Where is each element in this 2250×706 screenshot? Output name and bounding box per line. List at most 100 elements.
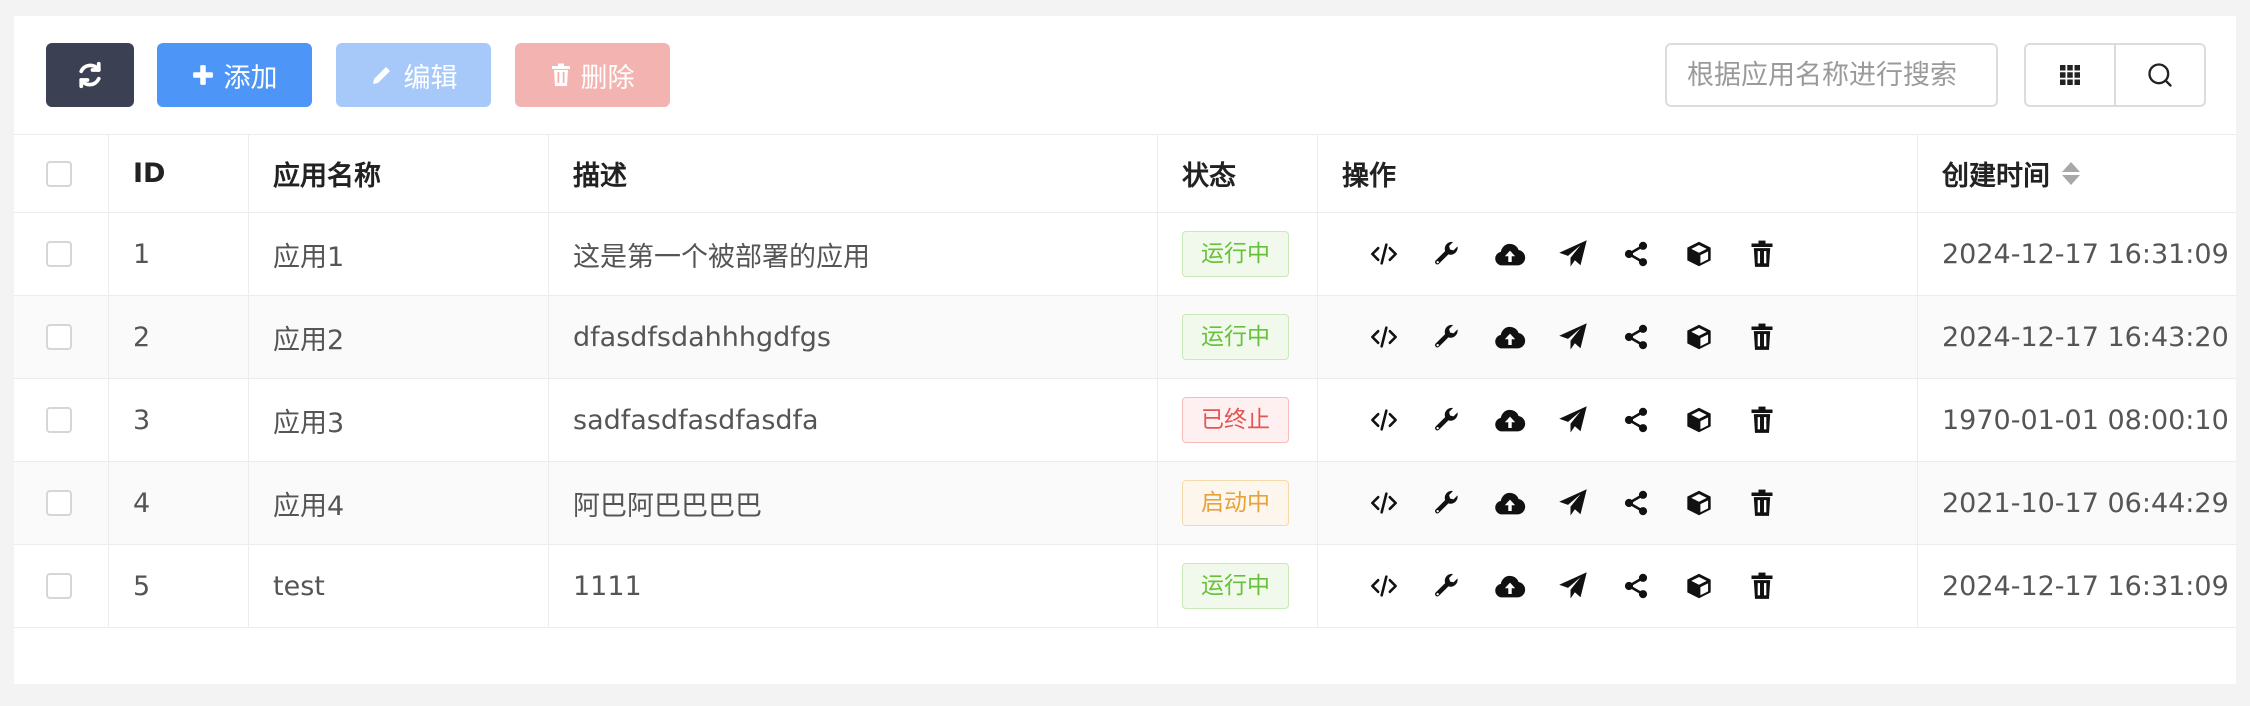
paper-plane-icon [1558,406,1587,433]
header-description: 描述 [548,135,1157,212]
header-id: ID [108,135,248,212]
row-actions [1317,545,1917,627]
cloud-upload-action-button[interactable] [1478,234,1541,274]
row-id: 3 [108,379,248,461]
row-status-cell: 运行中 [1157,213,1317,295]
grid-icon [2060,65,2080,85]
row-name: 应用2 [248,296,548,378]
search-input[interactable] [1665,43,1998,107]
row-id: 5 [108,545,248,627]
row-checkbox-cell [14,545,108,627]
row-description: dfasdfsdahhhgdfgs [548,296,1157,378]
wrench-icon [1434,407,1458,431]
cube-action-button[interactable] [1667,317,1730,357]
row-created-at: 2024-12-17 16:31:09 [1917,213,2236,295]
cube-action-button[interactable] [1667,483,1730,523]
trash-action-button[interactable] [1730,483,1793,523]
trash-icon [1751,406,1772,433]
row-checkbox[interactable] [46,573,72,599]
select-all-checkbox[interactable] [46,160,72,187]
cloud-upload-action-button[interactable] [1478,483,1541,523]
row-actions [1317,213,1917,295]
add-button-label: 添加 [223,62,278,94]
header-actions: 操作 [1317,135,1917,212]
search-button[interactable] [2114,45,2204,105]
wrench-icon [1434,573,1458,597]
share-action-button[interactable] [1604,483,1667,523]
row-name: 应用4 [248,462,548,544]
header-created-at[interactable]: 创建时间 [1917,135,2236,212]
code-action-button[interactable] [1352,483,1415,523]
row-name: 应用3 [248,379,548,461]
trash-action-button[interactable] [1730,566,1793,606]
code-action-button[interactable] [1352,400,1415,440]
cube-icon [1686,490,1711,516]
row-name: 应用1 [248,213,548,295]
code-action-button[interactable] [1352,566,1415,606]
row-checkbox[interactable] [46,407,72,433]
row-checkbox[interactable] [46,241,72,267]
code-action-button[interactable] [1352,234,1415,274]
cloud-upload-icon [1494,492,1525,515]
row-description: sadfasdfasdfasdfa [548,379,1157,461]
code-icon [1370,326,1397,348]
row-checkbox-cell [14,379,108,461]
code-icon [1370,575,1397,597]
grid-view-button[interactable] [2026,45,2114,105]
row-checkbox[interactable] [46,324,72,350]
cube-action-button[interactable] [1667,566,1730,606]
paper-plane-action-button[interactable] [1541,566,1604,606]
cube-icon [1686,241,1711,267]
add-button[interactable]: 添加 [157,43,312,107]
share-icon [1624,407,1647,433]
row-description: 1111 [548,545,1157,627]
share-action-button[interactable] [1604,317,1667,357]
cloud-upload-action-button[interactable] [1478,400,1541,440]
wrench-action-button[interactable] [1415,400,1478,440]
row-created-at: 2024-12-17 16:31:09 [1917,545,2236,627]
code-action-button[interactable] [1352,317,1415,357]
wrench-action-button[interactable] [1415,483,1478,523]
trash-action-button[interactable] [1730,234,1793,274]
share-action-button[interactable] [1604,400,1667,440]
sort-icon[interactable] [2062,162,2080,185]
cube-action-button[interactable] [1667,234,1730,274]
trash-icon [1751,489,1772,516]
share-action-button[interactable] [1604,234,1667,274]
table-row: 3 应用3 sadfasdfasdfasdfa 已终止 1970-01-01 0… [14,379,2236,462]
paper-plane-action-button[interactable] [1541,483,1604,523]
header-status: 状态 [1157,135,1317,212]
share-action-button[interactable] [1604,566,1667,606]
trash-action-button[interactable] [1730,317,1793,357]
cloud-upload-icon [1494,326,1525,349]
refresh-button[interactable] [46,43,134,107]
view-button-group [2024,43,2206,107]
cloud-upload-icon [1494,243,1525,266]
paper-plane-action-button[interactable] [1541,317,1604,357]
row-id: 4 [108,462,248,544]
trash-icon [551,63,570,86]
row-status-cell: 运行中 [1157,296,1317,378]
trash-action-button[interactable] [1730,400,1793,440]
table-row: 1 应用1 这是第一个被部署的应用 运行中 2024-12-17 16:31:0… [14,213,2236,296]
wrench-action-button[interactable] [1415,234,1478,274]
trash-icon [1751,572,1772,599]
status-badge: 运行中 [1182,314,1289,360]
status-badge: 启动中 [1182,480,1289,526]
paper-plane-action-button[interactable] [1541,400,1604,440]
cloud-upload-action-button[interactable] [1478,566,1541,606]
code-icon [1370,492,1397,514]
cube-action-button[interactable] [1667,400,1730,440]
status-badge: 运行中 [1182,563,1289,609]
table-row: 5 test 1111 运行中 2024-12-17 16:31:09 [14,545,2236,628]
edit-button[interactable]: 编辑 [336,43,491,107]
row-checkbox[interactable] [46,490,72,516]
refresh-icon [79,61,101,89]
wrench-action-button[interactable] [1415,566,1478,606]
wrench-action-button[interactable] [1415,317,1478,357]
row-created-at: 2021-10-17 06:44:29 [1917,462,2236,544]
cloud-upload-action-button[interactable] [1478,317,1541,357]
share-icon [1624,241,1647,267]
delete-button[interactable]: 删除 [515,43,670,107]
paper-plane-action-button[interactable] [1541,234,1604,274]
